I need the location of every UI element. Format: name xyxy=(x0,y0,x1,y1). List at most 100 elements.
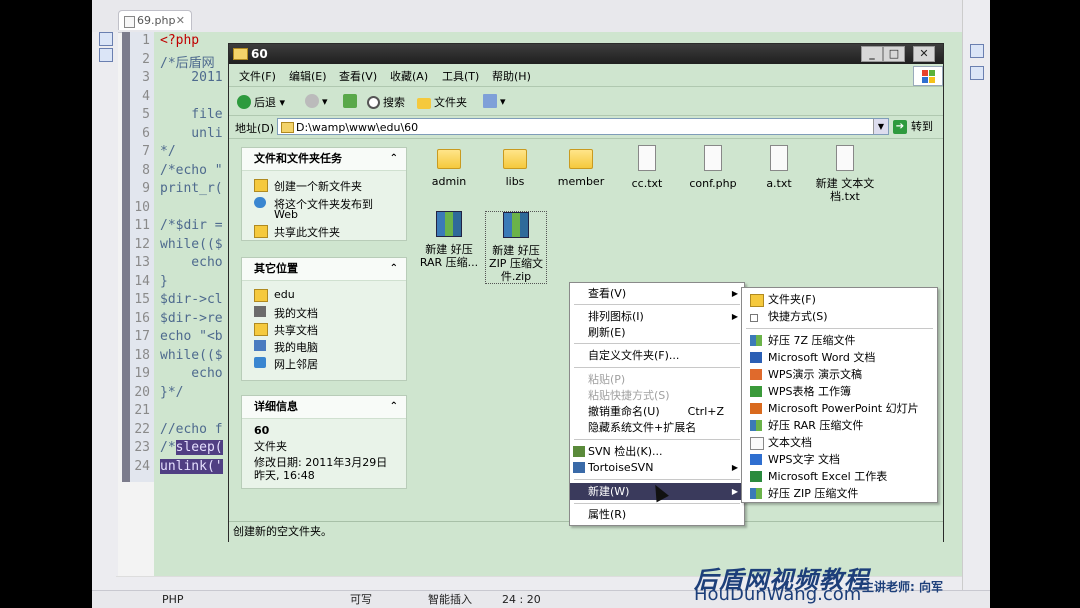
line-number: 24 xyxy=(134,458,150,474)
menu-item-paste-shortcut[interactable]: 粘贴快捷方式(S) xyxy=(570,387,744,404)
file-item-libs[interactable]: libs xyxy=(485,145,545,188)
code-line[interactable]: /*$dir = xyxy=(160,218,223,233)
file-item-member[interactable]: member xyxy=(551,145,611,188)
tasks-panel-header[interactable]: 文件和文件夹任务 ⌃ xyxy=(242,148,406,171)
new-zip-item[interactable]: 好压 ZIP 压缩文件 xyxy=(742,485,937,502)
close-button[interactable]: ✕ xyxy=(913,46,935,62)
new-wps-presentation-item[interactable]: WPS演示 演示文稿 xyxy=(742,366,937,383)
new-word-item[interactable]: Microsoft Word 文档 xyxy=(742,349,937,366)
menu-item-undo-rename[interactable]: 撤销重命名(U) Ctrl+Z xyxy=(570,403,744,420)
new-shortcut-item[interactable]: 快捷方式(S) xyxy=(742,308,937,325)
details-panel-header[interactable]: 详细信息 ⌃ xyxy=(242,396,406,419)
new-powerpoint-item[interactable]: Microsoft PowerPoint 幻灯片 xyxy=(742,400,937,417)
file-item-cc-txt[interactable]: cc.txt xyxy=(617,145,677,190)
file-item-a-txt[interactable]: a.txt xyxy=(749,145,809,190)
forward-button[interactable]: ▾ xyxy=(305,94,328,108)
restore-icon[interactable] xyxy=(99,32,113,46)
code-line[interactable]: <?php xyxy=(160,33,199,48)
new-rar-item[interactable]: 好压 RAR 压缩文件 xyxy=(742,417,937,434)
tasks-icon[interactable] xyxy=(970,66,984,80)
address-dropdown-button[interactable]: ▼ xyxy=(873,119,888,134)
menu-item-properties[interactable]: 属性(R) xyxy=(570,506,744,523)
menu-item-hide-system[interactable]: 隐藏系统文件+扩展名 xyxy=(570,419,744,436)
menu-edit[interactable]: 编辑(E) xyxy=(289,68,327,84)
archive-icon xyxy=(503,212,529,238)
back-arrow-icon xyxy=(237,95,251,109)
file-item-new-text[interactable]: 新建 文本文 档.txt xyxy=(813,145,877,203)
minimize-button[interactable]: _ xyxy=(861,46,883,62)
menu-item-customize[interactable]: 自定义文件夹(F)... xyxy=(570,347,744,364)
new-excel-item[interactable]: Microsoft Excel 工作表 xyxy=(742,468,937,485)
status-insert-mode: 智能插入 xyxy=(428,593,472,606)
search-button[interactable]: 搜索 xyxy=(367,94,405,110)
code-line[interactable]: echo xyxy=(160,255,222,270)
folders-button[interactable]: 文件夹 xyxy=(417,94,467,110)
up-button[interactable] xyxy=(343,94,360,108)
file-item-conf-php[interactable]: conf.php xyxy=(683,145,743,190)
menu-file[interactable]: 文件(F) xyxy=(239,68,276,84)
php-file-icon xyxy=(124,16,135,28)
new-wps-document-item[interactable]: WPS文字 文档 xyxy=(742,451,937,468)
navigator-icon[interactable] xyxy=(99,48,113,62)
menu-item-arrange[interactable]: 排列图标(I) ▶ xyxy=(570,308,744,325)
title-bar[interactable]: 60 _ □ ✕ xyxy=(229,44,943,64)
line-number: 11 xyxy=(134,218,150,233)
archive-icon xyxy=(750,488,762,499)
maximize-button[interactable]: □ xyxy=(883,46,905,62)
file-item-new-zip[interactable]: 新建 好压 ZIP 压缩文 件.zip xyxy=(485,211,547,284)
menu-item-tortoisesvn[interactable]: TortoiseSVN ▶ xyxy=(570,459,744,476)
goto-button[interactable]: ➔ 转到 xyxy=(893,118,939,136)
new-7z-item[interactable]: 好压 7Z 压缩文件 xyxy=(742,332,937,349)
code-line[interactable]: }*/ xyxy=(160,385,183,400)
code-line[interactable]: */ xyxy=(160,144,176,159)
menu-item-paste[interactable]: 粘贴(P) xyxy=(570,371,744,388)
menu-item-svn-checkout[interactable]: SVN 检出(K)... xyxy=(570,443,744,460)
code-line[interactable]: echo "<b xyxy=(160,329,223,344)
line-number: 4 xyxy=(142,88,150,104)
menu-view[interactable]: 查看(V) xyxy=(339,68,377,84)
views-button[interactable]: ▾ xyxy=(483,94,506,108)
menu-favorites[interactable]: 收藏(A) xyxy=(390,68,428,84)
new-folder-item[interactable]: 文件夹(F) xyxy=(742,291,937,308)
code-line[interactable]: $dir->re xyxy=(160,311,223,326)
status-lang: PHP xyxy=(162,593,184,606)
folders-icon xyxy=(417,98,431,109)
address-input[interactable]: D:\wamp\www\edu\60 xyxy=(277,118,889,135)
new-wps-spreadsheet-item[interactable]: WPS表格 工作簿 xyxy=(742,383,937,400)
code-line[interactable]: /*后盾网 xyxy=(160,52,215,71)
code-line[interactable]: 2011 xyxy=(160,70,222,85)
code-line[interactable]: file xyxy=(160,107,222,122)
text-file-icon xyxy=(638,145,656,171)
menu-help[interactable]: 帮助(H) xyxy=(492,68,531,84)
outline-icon[interactable] xyxy=(970,44,984,58)
back-button[interactable]: 后退 ▾ xyxy=(237,94,285,110)
folder-icon xyxy=(750,294,764,307)
code-line[interactable]: print_r( xyxy=(160,181,223,196)
code-line[interactable]: while(($ xyxy=(160,348,223,363)
code-line[interactable]: /*echo " xyxy=(160,163,223,178)
details-name: 60 xyxy=(254,424,270,437)
code-line[interactable]: while(($ xyxy=(160,237,223,252)
file-item-admin[interactable]: admin xyxy=(419,145,479,188)
file-item-new-rar[interactable]: 新建 好压 RAR 压缩... xyxy=(419,211,479,269)
menu-item-view[interactable]: 查看(V) ▶ xyxy=(570,285,744,302)
menu-tools[interactable]: 工具(T) xyxy=(442,68,479,84)
menu-item-refresh[interactable]: 刷新(E) xyxy=(570,324,744,341)
collapse-icon[interactable]: ⌃ xyxy=(390,396,398,418)
views-icon xyxy=(483,94,497,108)
places-panel-header[interactable]: 其它位置 ⌃ xyxy=(242,258,406,281)
close-icon[interactable]: ✕ xyxy=(176,11,185,31)
code-line[interactable]: $dir->cl xyxy=(160,292,223,307)
collapse-icon[interactable]: ⌃ xyxy=(390,148,398,170)
code-line[interactable]: } xyxy=(160,274,168,289)
code-line[interactable]: echo xyxy=(160,366,222,381)
editor-tab[interactable]: 69.php ✕ xyxy=(118,10,192,30)
collapse-icon[interactable]: ⌃ xyxy=(390,258,398,280)
menu-separator xyxy=(574,479,740,480)
code-line[interactable]: unlink(' xyxy=(160,458,223,474)
code-line[interactable]: unli xyxy=(160,126,222,141)
code-line[interactable]: //echo f xyxy=(160,422,223,437)
code-line[interactable]: /*sleep( xyxy=(160,440,223,455)
network-icon xyxy=(254,357,266,368)
new-text-item[interactable]: 文本文档 xyxy=(742,434,937,451)
